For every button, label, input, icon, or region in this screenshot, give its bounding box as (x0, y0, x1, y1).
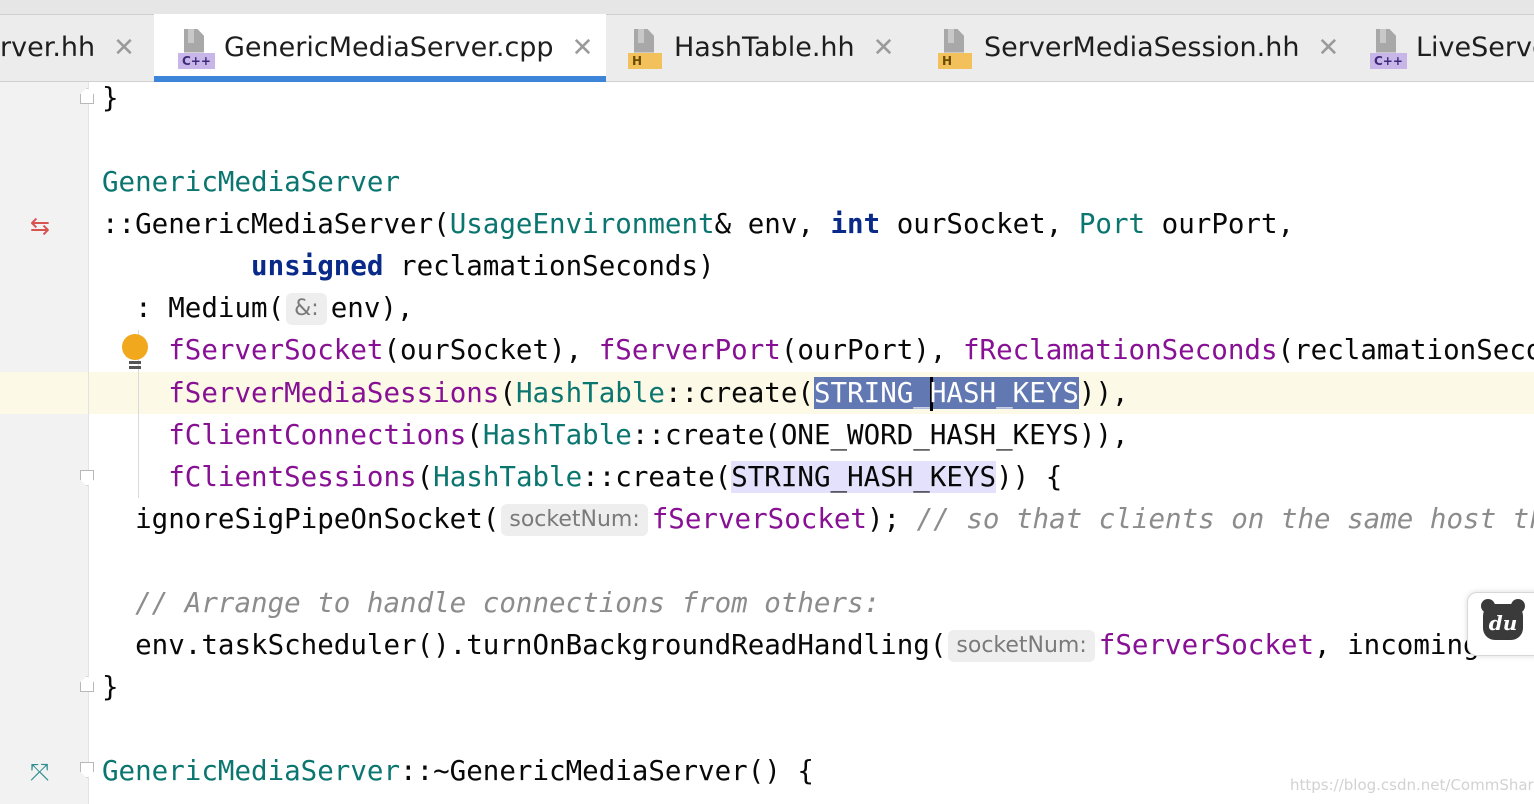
code-line-8[interactable]: fServerMediaSessions(HashTable::create(S… (102, 372, 1129, 414)
tab-label: HashTable.hh (674, 32, 855, 63)
editor-gutter[interactable] (0, 82, 88, 804)
tab-label: ServerMediaSession.hh (984, 32, 1300, 63)
code-line-7[interactable]: fServerSocket(ourSocket), fServerPort(ou… (102, 329, 1534, 371)
cpp-file-icon: C++ (1368, 27, 1407, 69)
tab-servermediasession-hh[interactable]: H ServerMediaSession.hh ✕ (936, 14, 1339, 81)
override-icon[interactable]: ⇆ (30, 214, 50, 238)
code-line-11[interactable]: ignoreSigPipeOnSocket(socketNum: fServerS… (102, 498, 1534, 540)
parameter-hint: socketNum: (501, 504, 648, 536)
h-file-icon: H (626, 27, 664, 69)
parameter-hint: &: (286, 293, 327, 325)
code-line-17[interactable]: GenericMediaServer::~GenericMediaServer(… (102, 750, 814, 792)
code-line-15[interactable]: } (102, 666, 119, 708)
code-line-5[interactable]: unsigned reclamationSeconds) (102, 245, 715, 287)
close-icon[interactable]: ✕ (1317, 33, 1339, 63)
cpp-file-icon: C++ (176, 27, 215, 69)
tab-label: GenericMediaServer.cpp (224, 32, 554, 63)
du-logo: du (1483, 604, 1523, 640)
code-line-4[interactable]: ::GenericMediaServer(UsageEnvironment& e… (102, 203, 1294, 245)
tab-label: rver.hh (0, 32, 96, 63)
tab-rver-hh[interactable]: rver.hh ✕ (0, 14, 135, 81)
tab-hashtable-hh[interactable]: H HashTable.hh ✕ (626, 14, 894, 81)
h-file-icon: H (936, 27, 974, 69)
code-line-1[interactable]: } (102, 77, 119, 119)
selected-text[interactable]: STRING_HASH_KEYS (813, 377, 1079, 411)
code-line-6[interactable]: : Medium(&: env), (102, 287, 414, 329)
code-line-14[interactable]: env.taskScheduler().turnOnBackgroundRead… (102, 624, 1534, 666)
editor-tab-bar: rver.hh ✕ C++ GenericMediaServer.cpp ✕ H… (0, 0, 1534, 82)
tab-label: LiveServe (1416, 32, 1534, 63)
close-icon[interactable]: ✕ (873, 33, 895, 63)
occurrence-highlight: STRING_HASH_KEYS (731, 461, 997, 493)
close-icon[interactable]: ✕ (113, 33, 135, 63)
implemented-icon[interactable]: ⤧ (30, 760, 49, 784)
watermark: https://blog.csdn.net/CommShare (1290, 776, 1534, 794)
close-icon[interactable]: ✕ (572, 33, 594, 63)
du-assistant-button[interactable]: du (1467, 592, 1534, 656)
code-line-9[interactable]: fClientConnections(HashTable::create(ONE… (102, 414, 1128, 456)
tab-bar-top-strip (0, 0, 1534, 15)
code-line-10[interactable]: fClientSessions(HashTable::create(STRING… (102, 456, 1062, 498)
code-line-13[interactable]: // Arrange to handle connections from ot… (102, 582, 880, 624)
tab-liveserve[interactable]: C++ LiveServe (1368, 14, 1534, 81)
fold-guide-line (88, 82, 89, 804)
tab-genericmediaserver-cpp[interactable]: C++ GenericMediaServer.cpp ✕ (154, 14, 606, 82)
code-line-3[interactable]: GenericMediaServer (102, 161, 400, 203)
parameter-hint: socketNum: (948, 630, 1095, 662)
